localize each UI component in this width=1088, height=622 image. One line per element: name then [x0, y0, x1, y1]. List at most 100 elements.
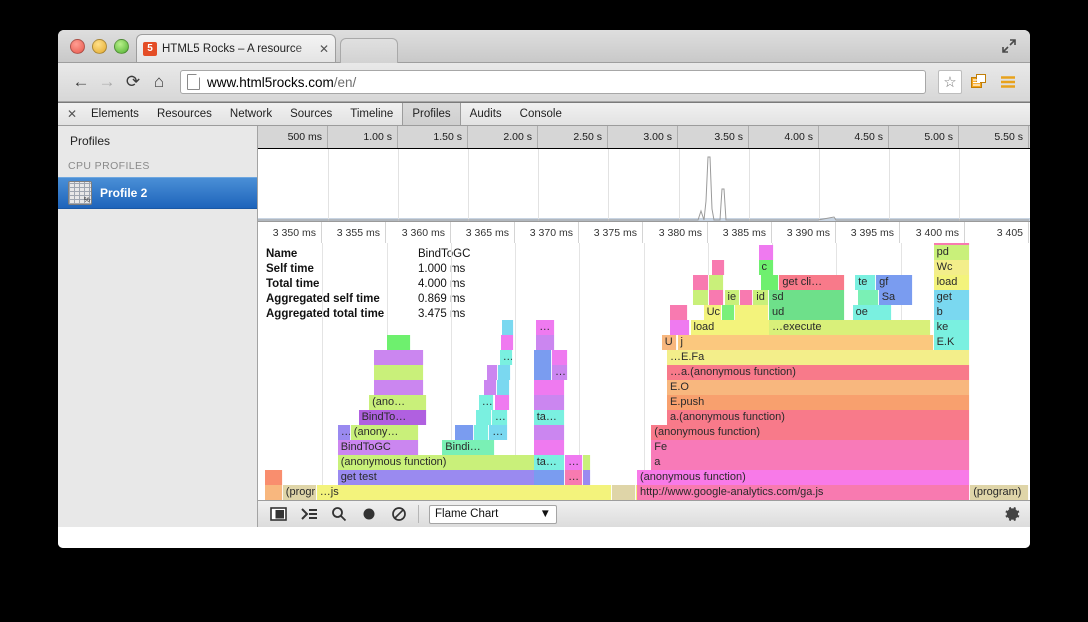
- flame-bar[interactable]: [534, 440, 565, 455]
- flame-bar[interactable]: [534, 395, 565, 410]
- expand-arrows-icon[interactable]: [998, 35, 1020, 57]
- flame-bar[interactable]: gf: [876, 275, 913, 290]
- flame-bar[interactable]: [934, 243, 971, 245]
- flame-bar[interactable]: Sa: [879, 290, 913, 305]
- devtools-tab-console[interactable]: Console: [511, 103, 571, 125]
- zoom-window-button[interactable]: [114, 39, 129, 54]
- devtools-tab-timeline[interactable]: Timeline: [341, 103, 402, 125]
- flame-bar[interactable]: [735, 305, 769, 320]
- view-mode-select[interactable]: Flame Chart ▼: [429, 505, 557, 524]
- flame-bar[interactable]: a.(anonymous function): [667, 410, 970, 425]
- flame-bar[interactable]: …: [479, 395, 495, 410]
- flame-bar[interactable]: (ano…: [369, 395, 427, 410]
- home-icon[interactable]: ⌂: [146, 69, 172, 95]
- flame-bar[interactable]: [858, 290, 879, 305]
- flame-bar[interactable]: load: [934, 275, 971, 290]
- flame-bar[interactable]: a: [651, 455, 970, 470]
- flame-bar[interactable]: [498, 365, 511, 380]
- devtools-tab-elements[interactable]: Elements: [82, 103, 148, 125]
- flame-bar[interactable]: [265, 470, 283, 485]
- close-icon[interactable]: ✕: [319, 42, 329, 56]
- flame-bar[interactable]: …a.(anonymous function): [667, 365, 970, 380]
- new-tab-button[interactable]: [340, 38, 398, 63]
- flame-bar[interactable]: E.push: [667, 395, 970, 410]
- flame-bar[interactable]: BindToGC: [338, 440, 419, 455]
- flame-bar[interactable]: [722, 305, 735, 320]
- flame-bar[interactable]: …E.Fa: [667, 350, 970, 365]
- flame-bar[interactable]: b: [934, 305, 971, 320]
- flame-bar[interactable]: [709, 290, 725, 305]
- flame-bar[interactable]: [534, 425, 565, 440]
- flame-bar[interactable]: E.O: [667, 380, 970, 395]
- flame-bar[interactable]: [265, 485, 283, 500]
- flame-bar[interactable]: BindTo…: [359, 410, 427, 425]
- devtools-tab-sources[interactable]: Sources: [281, 103, 341, 125]
- flame-bar[interactable]: …: [565, 470, 583, 485]
- flame-bar[interactable]: …: [552, 365, 568, 380]
- flame-bar[interactable]: [374, 380, 424, 395]
- flame-bar[interactable]: ta…: [534, 455, 565, 470]
- flame-bar[interactable]: (anonymous function): [637, 470, 970, 485]
- flame-bar[interactable]: pd: [934, 245, 971, 260]
- browser-tab[interactable]: 5 HTML5 Rocks – A resource ✕: [136, 34, 336, 62]
- flame-bar[interactable]: [534, 380, 565, 395]
- flame-bar[interactable]: …: [489, 425, 507, 440]
- star-icon[interactable]: ☆: [938, 70, 962, 94]
- flame-bar[interactable]: …: [536, 320, 554, 335]
- gear-icon[interactable]: [1002, 504, 1022, 524]
- flame-bar[interactable]: …: [500, 350, 513, 365]
- flame-bar[interactable]: Uc…: [704, 305, 722, 320]
- overview-time-ruler[interactable]: 500 ms1.00 s1.50 s2.00 s2.50 s3.00 s3.50…: [258, 126, 1030, 149]
- devtools-tab-resources[interactable]: Resources: [148, 103, 221, 125]
- flame-bar[interactable]: http://www.google-analytics.com/ga.js: [637, 485, 970, 500]
- flame-bar[interactable]: [709, 275, 725, 290]
- flame-bar[interactable]: [693, 275, 709, 290]
- flame-bar[interactable]: sd: [769, 290, 845, 305]
- flame-bar[interactable]: Fe: [651, 440, 970, 455]
- flame-bar[interactable]: [534, 470, 565, 485]
- flame-bar[interactable]: …: [338, 425, 351, 440]
- flame-bar[interactable]: ie: [725, 290, 741, 305]
- flame-bar[interactable]: [712, 260, 725, 275]
- flame-bar[interactable]: [552, 350, 568, 365]
- flame-bar[interactable]: Wc: [934, 260, 971, 275]
- flame-bar[interactable]: [534, 365, 552, 380]
- sidebar-item-profile-2[interactable]: Profile 2: [58, 177, 257, 209]
- flame-bar[interactable]: id: [753, 290, 769, 305]
- flame-bar[interactable]: [761, 275, 779, 290]
- flame-bar[interactable]: [502, 320, 514, 335]
- flame-bar[interactable]: ud: [769, 305, 845, 320]
- clear-no-entry-icon[interactable]: [384, 502, 414, 526]
- flame-bar[interactable]: …: [565, 455, 583, 470]
- flame-bar[interactable]: ta…: [534, 410, 565, 425]
- flame-bar[interactable]: [536, 335, 554, 350]
- minimize-window-button[interactable]: [92, 39, 107, 54]
- flame-bar[interactable]: [495, 395, 511, 410]
- flame-bar[interactable]: [474, 425, 490, 440]
- flame-bar[interactable]: get cli…: [779, 275, 844, 290]
- flame-chart[interactable]: NameBindToGCSelf time1.000 msTotal time4…: [258, 243, 1030, 527]
- flame-bar[interactable]: [497, 380, 510, 395]
- record-circle-icon[interactable]: [354, 502, 384, 526]
- search-icon[interactable]: [324, 502, 354, 526]
- flame-bar[interactable]: [612, 485, 636, 500]
- flame-bar[interactable]: te: [855, 275, 876, 290]
- flame-bar[interactable]: (anonymous function): [651, 425, 970, 440]
- flame-bar[interactable]: [693, 290, 709, 305]
- reload-icon[interactable]: ⟳: [120, 69, 146, 95]
- flame-bar[interactable]: [501, 335, 514, 350]
- close-icon[interactable]: ✕: [62, 103, 82, 125]
- flame-bar[interactable]: [670, 305, 688, 320]
- hamburger-menu-icon[interactable]: [996, 70, 1020, 94]
- flame-bar[interactable]: U: [662, 335, 678, 350]
- flame-bar[interactable]: j: [678, 335, 934, 350]
- flame-bar[interactable]: [374, 350, 424, 365]
- flame-bar[interactable]: [740, 290, 753, 305]
- devtools-tab-audits[interactable]: Audits: [461, 103, 511, 125]
- profile-overview-graph[interactable]: [258, 149, 1030, 222]
- devtools-tab-network[interactable]: Network: [221, 103, 281, 125]
- flame-bar[interactable]: [476, 410, 492, 425]
- dock-to-side-icon[interactable]: [264, 502, 294, 526]
- flame-bar[interactable]: …: [492, 410, 508, 425]
- flame-bar[interactable]: …execute: [769, 320, 931, 335]
